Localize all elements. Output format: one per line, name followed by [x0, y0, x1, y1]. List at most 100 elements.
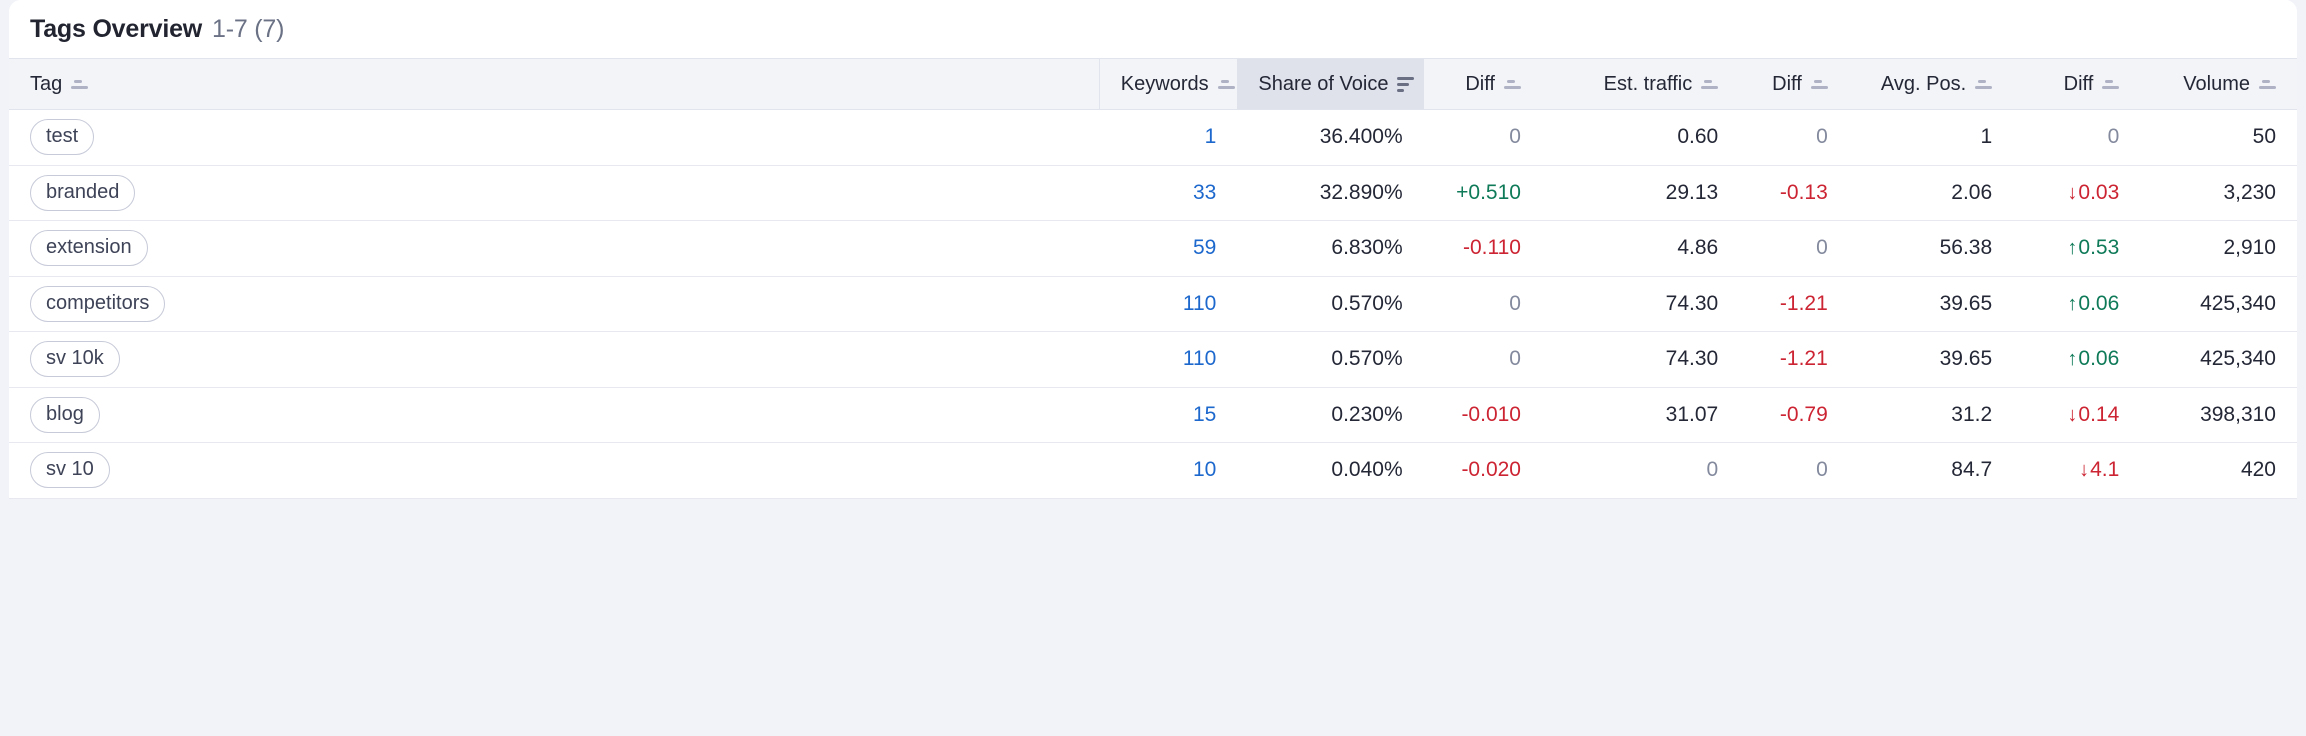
column-header-share-of-voice[interactable]: Share of Voice	[1237, 58, 1424, 110]
tags-overview-card: Tags Overview 1-7 (7) Tag Keywords Share…	[9, 0, 2297, 499]
cell-avg-pos-value: 39.65	[1939, 291, 1993, 315]
cell-share-of-voice: 36.400%	[1237, 109, 1424, 166]
cell-keywords: 110	[1099, 276, 1238, 332]
cell-pos-diff: ↓0.03	[2013, 165, 2141, 221]
cell-sov-diff-value: -0.110	[1462, 236, 1521, 260]
cell-share-of-voice-value: 0.040%	[1331, 458, 1403, 482]
pos-diff-value-group: ↑0.06	[2067, 347, 2119, 370]
tag-chip[interactable]: branded	[30, 174, 136, 211]
cell-volume: 50	[2140, 109, 2297, 166]
cell-est-traffic: 74.30	[1541, 276, 1740, 332]
sort-icon[interactable]	[2102, 80, 2120, 89]
keywords-link[interactable]: 1	[1205, 125, 1217, 148]
cell-share-of-voice: 0.570%	[1237, 331, 1424, 388]
cell-keywords: 15	[1099, 387, 1238, 443]
table-row[interactable]: test 1 36.400% 0 0.60 0 1 0 50	[9, 109, 2297, 166]
cell-keywords: 59	[1099, 220, 1238, 277]
pos-diff-value: 0.14	[2078, 402, 2120, 426]
cell-sov-diff-value: -0.010	[1461, 402, 1521, 426]
cell-share-of-voice-value: 0.570%	[1331, 347, 1403, 371]
table-row[interactable]: branded 33 32.890% +0.510 29.13 -0.13 2.06 ↓0.0…	[9, 165, 2297, 221]
keywords-link[interactable]: 59	[1193, 236, 1216, 259]
tag-chip[interactable]: competitors	[30, 285, 166, 322]
cell-volume: 3,230	[2140, 165, 2297, 221]
keywords-link[interactable]: 110	[1183, 347, 1216, 370]
tag-chip[interactable]: test	[30, 119, 95, 156]
sort-icon[interactable]	[1975, 80, 1993, 89]
volume-value: 425,340	[2200, 347, 2276, 371]
cell-est-traffic-value: 0	[1706, 458, 1719, 482]
keywords-link[interactable]: 110	[1183, 292, 1216, 315]
column-header-tag[interactable]: Tag	[9, 58, 1100, 110]
sort-icon[interactable]	[1701, 80, 1719, 89]
table-row[interactable]: competitors 110 0.570% 0 74.30 -1.21 39.65 ↑0.0…	[9, 276, 2297, 332]
arrow-up-icon: ↑	[2067, 237, 2078, 260]
cell-est-traffic: 4.86	[1541, 220, 1740, 277]
keywords-link[interactable]: 10	[1193, 458, 1216, 481]
arrow-down-icon: ↓	[2067, 181, 2078, 204]
cell-keywords: 110	[1099, 331, 1238, 388]
tag-chip[interactable]: sv 10k	[30, 341, 120, 378]
cell-sov-diff: +0.510	[1423, 165, 1542, 221]
tag-chip[interactable]: extension	[30, 230, 148, 267]
cell-volume: 2,910	[2140, 220, 2297, 277]
cell-traffic-diff: 0	[1739, 220, 1849, 277]
column-header-pos-diff[interactable]: Diff	[2013, 58, 2141, 110]
pos-diff-value: 0.06	[2078, 291, 2120, 315]
column-header-sov-diff[interactable]: Diff	[1423, 58, 1542, 110]
cell-sov-diff: 0	[1423, 109, 1542, 166]
tag-chip[interactable]: sv 10	[30, 452, 110, 489]
cell-volume: 420	[2140, 442, 2297, 499]
pos-diff-value-group: ↓0.14	[2067, 403, 2119, 426]
keywords-link[interactable]: 33	[1193, 181, 1216, 204]
cell-tag: extension	[9, 220, 1100, 277]
cell-pos-diff: 0	[2013, 109, 2141, 166]
cell-share-of-voice: 0.040%	[1237, 442, 1424, 499]
cell-share-of-voice: 6.830%	[1237, 220, 1424, 277]
sort-icon[interactable]	[71, 80, 89, 89]
cell-sov-diff: -0.020	[1423, 442, 1542, 499]
table-row[interactable]: sv 10 10 0.040% -0.020 0 0 84.7 ↓4.1 420	[9, 442, 2297, 499]
sort-icon[interactable]	[2259, 80, 2276, 89]
cell-pos-diff: ↑0.53	[2013, 220, 2141, 277]
table-row[interactable]: blog 15 0.230% -0.010 31.07 -0.79 31.2 ↓0.14 398…	[9, 387, 2297, 443]
column-header-traffic-diff[interactable]: Diff	[1739, 58, 1849, 110]
cell-est-traffic-value: 29.13	[1665, 180, 1719, 204]
table-row[interactable]: sv 10k 110 0.570% 0 74.30 -1.21 39.65 ↑0.06 425,…	[9, 331, 2297, 388]
cell-avg-pos-value: 56.38	[1939, 236, 1993, 260]
cell-traffic-diff: 0	[1739, 109, 1849, 166]
cell-traffic-diff-value: -0.79	[1779, 402, 1828, 426]
cell-est-traffic: 31.07	[1541, 387, 1740, 443]
cell-avg-pos: 56.38	[1848, 220, 2014, 277]
cell-sov-diff-value: 0	[1509, 347, 1521, 371]
column-header-avg-pos[interactable]: Avg. Pos.	[1848, 58, 2014, 110]
cell-traffic-diff: -0.79	[1739, 387, 1849, 443]
cell-traffic-diff-value: -1.21	[1779, 347, 1828, 371]
page-background: Tags Overview 1-7 (7) Tag Keywords Share…	[0, 0, 2306, 736]
column-header-est-traffic[interactable]: Est. traffic	[1541, 58, 1740, 110]
pos-diff-value-group: ↓4.1	[2079, 458, 2119, 481]
cell-sov-diff-value: +0.510	[1456, 180, 1521, 204]
keywords-link[interactable]: 15	[1193, 403, 1216, 426]
result-count: 1-7 (7)	[212, 14, 285, 43]
cell-avg-pos-value: 31.2	[1951, 402, 1993, 426]
cell-volume: 425,340	[2140, 331, 2297, 388]
pos-diff-value-group: ↑0.53	[2067, 236, 2119, 259]
tag-chip[interactable]: blog	[30, 396, 100, 433]
cell-sov-diff: -0.010	[1423, 387, 1542, 443]
pos-diff-value: 4.1	[2090, 458, 2120, 482]
pos-diff-value-group: 0	[2108, 125, 2120, 148]
sort-icon[interactable]	[1217, 80, 1235, 89]
volume-value: 3,230	[2223, 180, 2276, 204]
column-header-label: Volume	[2183, 72, 2250, 95]
cell-avg-pos-value: 39.65	[1939, 347, 1993, 371]
tags-table: Tag Keywords Share of Voice Diff Est. tr…	[9, 58, 2297, 499]
column-header-volume[interactable]: Volume	[2140, 58, 2297, 110]
sort-icon[interactable]	[1503, 80, 1521, 89]
sort-icon[interactable]	[1810, 80, 1828, 89]
cell-keywords: 10	[1099, 442, 1238, 499]
column-header-keywords[interactable]: Keywords	[1099, 58, 1238, 110]
table-row[interactable]: extension 59 6.830% -0.110 4.86 0 56.38 ↑0.53 2,…	[9, 220, 2297, 277]
sort-descending-icon[interactable]	[1397, 77, 1415, 92]
volume-value: 425,340	[2200, 291, 2276, 315]
